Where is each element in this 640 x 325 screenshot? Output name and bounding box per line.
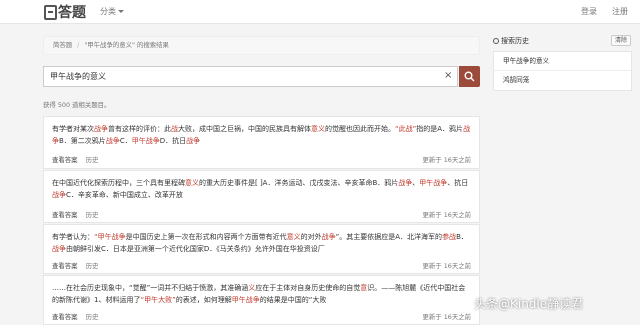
highlight-term: 意义	[311, 125, 325, 133]
question-text[interactable]: 在中国近代化探索历程中，三个具有里程碑意义的重大历史事件是[ ]A．洋务运动、戊…	[52, 177, 472, 201]
text-segment: 的觉醒也因此而开始。	[325, 125, 395, 133]
highlight-term: 战争	[52, 245, 66, 253]
text-segment: 曾有这样的评价：此	[108, 125, 171, 133]
highlight-term: 意义	[185, 179, 199, 187]
text-segment: D．抗日	[159, 137, 187, 145]
view-answer-link[interactable]: 查看答案	[52, 156, 78, 164]
card-footer: 查看答案 历史	[52, 312, 98, 321]
text-segment: 有学者认为：	[52, 233, 94, 241]
highlight-term: “此战”	[395, 125, 417, 133]
text-segment: C．	[119, 137, 132, 145]
question-text[interactable]: 有学者对某次战争曾有这样的评价：此战大败，成中国之巨祸，中国的民族具有解体意义的…	[52, 123, 472, 147]
question-text[interactable]: 有学者认为：“甲午战争是中国历史上第一次在形式和内容两个方面带有近代意义的对外战…	[52, 231, 472, 255]
subject-tag[interactable]: 历史	[86, 156, 99, 164]
highlight-term: 战争	[105, 137, 120, 145]
card-footer: 查看答案 历史	[52, 210, 98, 219]
text-segment: 有学者对某次	[52, 125, 94, 133]
text-segment: 的重大历史事件是[ ]A．洋务运动、戊戌变法、辛亥革命B．鸦片	[199, 179, 399, 187]
text-segment: ”。其主要依据应是A．北洋海军的	[335, 233, 443, 241]
category-label: 分类	[100, 7, 116, 16]
text-segment: 由朝鲜引发C．日本是亚洲第一个近代化国家D．《马关条约》允许外国在华投资设厂	[66, 245, 325, 253]
clear-history-button[interactable]: 清除	[611, 35, 631, 46]
update-time: 更新于 16天之前	[422, 156, 471, 164]
history-item[interactable]: 鸿鹄同笼	[494, 71, 631, 90]
clock-icon	[493, 38, 499, 44]
logo-text: 答题	[58, 5, 86, 21]
result-card: 有学者对某次战争曾有这样的评价：此战大败，成中国之巨祸，中国的民族具有解体意义的…	[43, 116, 480, 169]
view-answer-link[interactable]: 查看答案	[52, 211, 78, 219]
text-segment: C．辛亥革命、新中国成立、改革开放	[66, 191, 183, 199]
card-footer: 查看答案 历史	[52, 261, 98, 270]
text-segment: 的结果是中国的“大败	[259, 296, 327, 304]
highlight-term: 战争	[186, 137, 201, 145]
text-segment: 、抗日	[447, 179, 469, 187]
result-card: 在中国近代化探索历程中，三个具有里程碑意义的重大历史事件是[ ]A．洋务运动、戊…	[43, 170, 480, 223]
search-icon	[464, 71, 475, 82]
update-time: 更新于 16天之前	[422, 313, 471, 321]
highlight-term: 战争	[94, 125, 108, 133]
subject-tag[interactable]: 历史	[86, 262, 99, 270]
watermark: 头条@Kindle静读君	[474, 297, 584, 311]
highlight-term: 甲午战争	[231, 296, 260, 304]
update-time: 更新于 16天之前	[422, 211, 471, 219]
login-link[interactable]: 登录	[581, 6, 597, 17]
highlight-term: 战争	[321, 233, 336, 241]
history-item[interactable]: 甲午战争的意义	[494, 52, 631, 71]
card-footer: 查看答案 历史	[52, 155, 98, 164]
view-answer-link[interactable]: 查看答案	[52, 313, 78, 321]
breadcrumb-home[interactable]: 简答题	[53, 41, 72, 49]
category-dropdown[interactable]: 分类	[100, 6, 124, 17]
breadcrumb-separator: /	[77, 41, 80, 49]
text-segment: 大败，成中国之巨祸，中国的民族具有解体	[178, 125, 311, 133]
result-count: 获得 500 道相关题目。	[43, 101, 111, 109]
clear-search-icon[interactable]: ×	[444, 70, 452, 82]
highlight-term: 甲午战争	[131, 137, 160, 145]
result-card: ……在社会历史现象中，“觉醒”一词并不归结于愤激，其准确涵义应在于主体对自身历史…	[43, 275, 480, 325]
highlight-term: “甲午战争	[94, 233, 126, 241]
text-segment: 指的是A．鸦片	[416, 125, 464, 133]
search-history-panel: 搜索历史 清除 甲午战争的意义 鸿鹄同笼	[493, 33, 633, 103]
text-segment: 的对外	[300, 233, 322, 241]
history-title: 搜索历史	[493, 36, 529, 46]
history-title-text: 搜索历史	[501, 37, 529, 45]
logo-icon	[44, 4, 57, 20]
text-segment: 在中国近代化探索历程中，三个具有里程碑	[52, 179, 185, 187]
text-segment: B．第二次鸦片	[59, 137, 106, 145]
breadcrumb: 简答题 / "甲午战争的意义" 的搜索结果	[43, 36, 480, 55]
search-bar: 甲午战争的意义 ×	[43, 66, 480, 87]
site-logo[interactable]: 答题	[44, 3, 86, 21]
highlight-term: 意义	[286, 233, 301, 241]
search-button[interactable]	[459, 66, 480, 87]
history-list: 甲午战争的意义 鸿鹄同笼	[493, 51, 632, 91]
search-input[interactable]: 甲午战争的意义	[43, 66, 458, 87]
top-nav-bar: 答题 分类 登录 注册	[0, 0, 640, 24]
question-text[interactable]: ……在社会历史现象中，“觉醒”一词并不归结于愤激，其准确涵义应在于主体对自身历史…	[52, 282, 472, 306]
subject-tag[interactable]: 历史	[86, 211, 99, 219]
breadcrumb-current: "甲午战争的意义" 的搜索结果	[84, 41, 169, 49]
text-segment: 应在于主体对自身历史使命的自觉	[255, 284, 361, 292]
highlight-term: 甲午战争	[419, 179, 448, 187]
subject-tag[interactable]: 历史	[86, 313, 99, 321]
text-segment: B．	[456, 233, 468, 241]
text-segment: 的表述，如何理解	[175, 296, 232, 304]
result-card: 有学者认为：“甲午战争是中国历史上第一次在形式和内容两个方面带有近代意义的对外战…	[43, 224, 480, 274]
highlight-term: 参战	[442, 233, 457, 241]
text-segment: 是中国历史上第一次在形式和内容两个方面带有近代	[125, 233, 287, 241]
view-answer-link[interactable]: 查看答案	[52, 262, 78, 270]
caret-down-icon	[118, 10, 124, 13]
highlight-term: 战	[171, 125, 178, 133]
text-segment: ……在社会历史现象中，“觉醒”一词并不归结于愤激，其准确涵	[52, 284, 249, 292]
highlight-term: 战争	[398, 179, 413, 187]
register-link[interactable]: 注册	[612, 6, 628, 17]
update-time: 更新于 16天之前	[422, 262, 471, 270]
highlight-term: 战争	[52, 191, 66, 199]
highlight-term: “甲午大败”	[140, 296, 176, 304]
